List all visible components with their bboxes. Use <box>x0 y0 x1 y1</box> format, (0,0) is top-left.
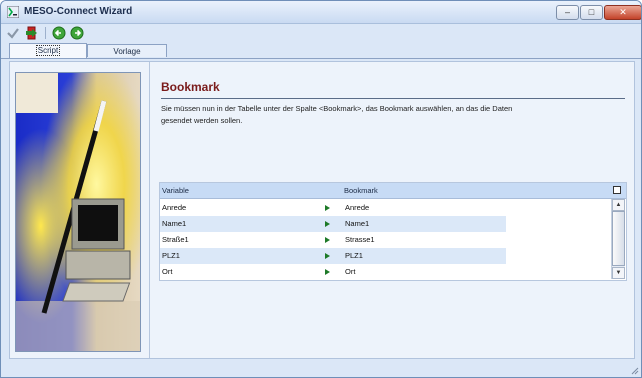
wizard-window: MESO-Connect Wizard – □ ✕ Script Vorlage <box>0 0 642 378</box>
column-header-blank <box>321 183 342 199</box>
maximize-button[interactable]: □ <box>580 5 603 20</box>
back-icon[interactable] <box>52 26 66 40</box>
column-header-filler <box>504 183 611 199</box>
vertical-scrollbar[interactable]: ▲ ▼ <box>611 199 625 279</box>
app-icon <box>7 6 19 18</box>
check-icon[interactable] <box>6 26 20 40</box>
wizard-illustration <box>15 72 141 352</box>
row-arrow-icon <box>325 237 330 243</box>
content-panel: Bookmark Sie müssen nun in der Tabelle u… <box>9 61 635 359</box>
cell-bookmark[interactable]: Strasse1 <box>345 232 375 248</box>
close-button[interactable]: ✕ <box>604 5 641 20</box>
scroll-thumb[interactable] <box>612 211 625 266</box>
scroll-up-button[interactable]: ▲ <box>612 199 625 211</box>
row-arrow-icon <box>325 221 330 227</box>
cell-bookmark[interactable]: Ort <box>345 264 355 280</box>
heading-underline <box>161 98 625 99</box>
cell-variable: PLZ1 <box>162 251 180 260</box>
toolbar-separator <box>45 27 46 39</box>
cell-variable: Straße1 <box>162 235 189 244</box>
row-arrow-icon <box>325 205 330 211</box>
resize-grip-icon[interactable] <box>631 367 639 375</box>
tab-script[interactable]: Script <box>9 43 87 58</box>
cell-variable: Name1 <box>162 219 187 228</box>
cell-variable: Ort <box>162 267 173 276</box>
table-row[interactable]: PLZ1 PLZ1 <box>160 248 506 264</box>
table-row[interactable]: Ort Ort <box>160 264 506 280</box>
panel-divider <box>149 62 150 358</box>
tab-vorlage[interactable]: Vorlage <box>87 44 167 57</box>
table-row[interactable]: Name1 Name1 <box>160 216 506 232</box>
grid-menu-icon[interactable] <box>613 186 621 194</box>
exit-icon[interactable] <box>25 26 39 40</box>
scroll-down-button[interactable]: ▼ <box>612 267 625 279</box>
window-title: MESO-Connect Wizard <box>24 6 133 17</box>
section-description: Sie müssen nun in der Tabelle unter der … <box>161 104 513 125</box>
column-header-variable[interactable]: Variable <box>160 183 321 199</box>
cell-bookmark[interactable]: Anrede <box>345 200 369 216</box>
cell-bookmark[interactable]: Name1 <box>345 216 369 232</box>
column-header-bookmark[interactable]: Bookmark <box>342 183 504 199</box>
cell-variable: Anrede <box>162 203 187 212</box>
tab-bar: Script Vorlage <box>1 42 641 59</box>
bookmark-grid[interactable]: Variable Bookmark Anrede Anrede Name1 Na… <box>159 182 627 281</box>
minimize-button[interactable]: – <box>556 5 579 20</box>
forward-icon[interactable] <box>70 26 84 40</box>
tab-script-label: Script <box>35 45 61 56</box>
table-row[interactable]: Straße1 Strasse1 <box>160 232 506 248</box>
row-arrow-icon <box>325 253 330 259</box>
tab-vorlage-label: Vorlage <box>113 47 141 56</box>
toolbar <box>1 24 641 42</box>
cell-bookmark[interactable]: PLZ1 <box>345 248 363 264</box>
section-heading: Bookmark <box>161 80 220 94</box>
row-arrow-icon <box>325 269 330 275</box>
table-row[interactable]: Anrede Anrede <box>160 200 506 216</box>
title-bar[interactable]: MESO-Connect Wizard – □ ✕ <box>1 1 641 24</box>
